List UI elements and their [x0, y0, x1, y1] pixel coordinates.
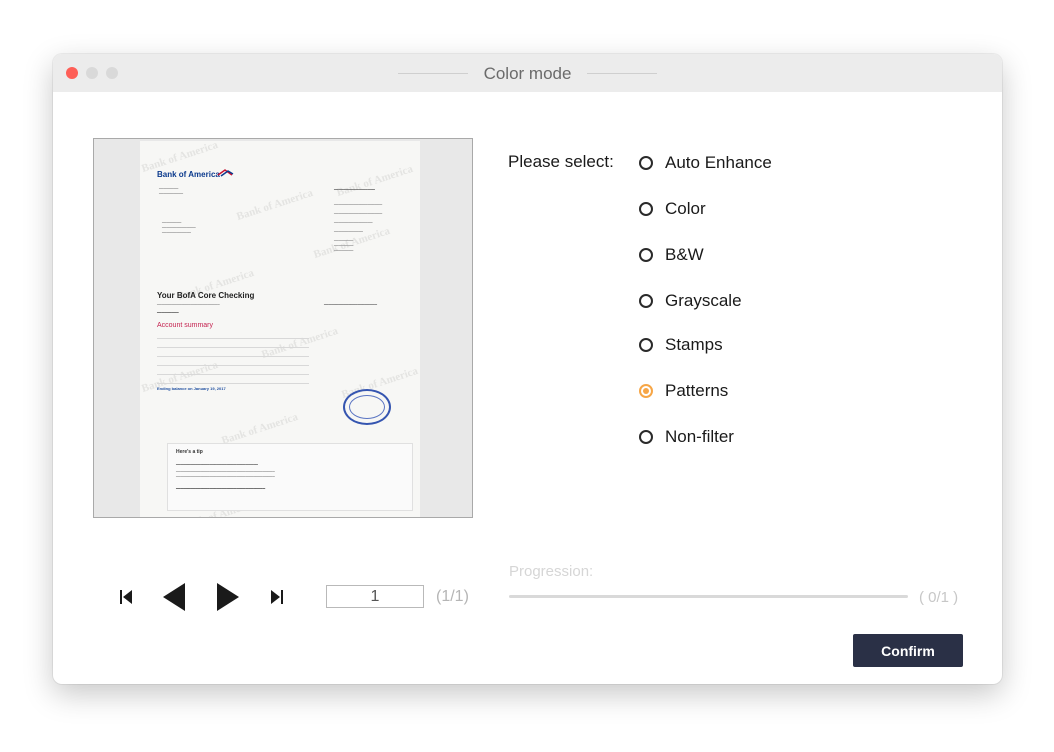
period-line: ━━━━━━━━━━━━━━━━━━━━━━━━━━ — [157, 302, 220, 307]
summary-divider — [157, 374, 309, 375]
radio-icon[interactable] — [639, 156, 653, 170]
radio-icon[interactable] — [639, 294, 653, 308]
title-bar: Color mode — [53, 54, 1002, 92]
option-stamps[interactable]: Stamps — [639, 334, 723, 356]
statement-page: Bank of America Bank of America Bank of … — [140, 141, 420, 517]
watermark-text: Bank of America — [335, 163, 415, 199]
option-grayscale[interactable]: Grayscale — [639, 290, 742, 312]
summary-divider — [157, 347, 309, 348]
document-title: Your BofA Core Checking — [157, 291, 255, 300]
option-label: B&W — [665, 245, 704, 264]
option-label: Patterns — [665, 381, 729, 400]
account-number-line: ━━━━━━━━━━━━━━━━━━━━━━ — [324, 302, 377, 307]
option-non-filter[interactable]: Non-filter — [639, 426, 734, 448]
last-page-button[interactable] — [270, 589, 284, 605]
info-line: ━━━━━━━━━━━━━━━━━━━━ — [334, 202, 383, 207]
next-page-button[interactable] — [215, 582, 241, 612]
stamp-seal — [343, 389, 391, 425]
progress-bar — [509, 595, 908, 598]
previous-page-button[interactable] — [161, 582, 187, 612]
option-label: Color — [665, 199, 706, 218]
document-preview: Bank of America Bank of America Bank of … — [93, 138, 473, 518]
option-auto-enhance[interactable]: Auto Enhance — [639, 152, 772, 174]
address-line: ━━━━━━━━━━ — [159, 191, 184, 196]
tip-line: ━━━━━━━━━━━━━━━━━━━━━━━━━━━━━━━━━━━━━━━━… — [176, 474, 275, 479]
info-line: ━━━━━━━━━━━━ — [334, 229, 363, 234]
tip-heading: Here's a tip — [176, 449, 203, 455]
page-count: (1/1) — [436, 588, 469, 605]
option-color[interactable]: Color — [639, 198, 706, 220]
select-label: Please select: — [508, 152, 614, 171]
info-line: ━━━━━━━━━━━━━━━━━━━━ — [334, 211, 383, 216]
bank-flag-icon — [217, 169, 234, 177]
summary-divider — [157, 338, 309, 339]
option-patterns[interactable]: Patterns — [639, 380, 728, 402]
info-line: ━━━━━━━━━━━━━━━━ — [334, 220, 373, 225]
option-label: Non-filter — [665, 427, 734, 446]
summary-divider — [157, 356, 309, 357]
bank-logo: Bank of America — [157, 170, 220, 179]
summary-divider — [157, 365, 309, 366]
radio-icon[interactable] — [639, 202, 653, 216]
address-line: ━━━━━━━━━━━━ — [162, 230, 191, 235]
color-mode-window: Color mode Bank of America Bank of Ameri… — [53, 54, 1002, 684]
page-number-input[interactable] — [326, 585, 424, 608]
holder-line: ━━━━━━━━━ — [157, 310, 179, 315]
tip-box: Here's a tip ━━━━━━━━━━━━━━━━━━━━━━━━━━━… — [167, 443, 413, 511]
tip-line: ━━━━━━━━━━━━━━━━━━━━━━━━━━━━━━━━━━━━━ — [176, 486, 266, 491]
option-label: Stamps — [665, 335, 723, 354]
window-title: Color mode — [483, 64, 572, 83]
tip-line: ━━━━━━━━━━━━━━━━━━━━━━━━━━━━━━━━━━ — [176, 462, 258, 467]
progress-count: ( 0/1 ) — [919, 589, 959, 606]
summary-divider — [157, 383, 309, 384]
option-label: Grayscale — [665, 291, 742, 310]
option-label: Auto Enhance — [665, 153, 772, 172]
account-summary-heading: Account summary — [157, 322, 214, 329]
first-page-button[interactable] — [119, 589, 133, 605]
option-bw[interactable]: B&W — [639, 244, 704, 266]
ending-balance-line: Ending balance on January 19, 2017 — [157, 386, 226, 391]
radio-icon[interactable] — [639, 248, 653, 262]
confirm-button[interactable]: Confirm — [853, 634, 963, 667]
progression-label: Progression: — [509, 563, 594, 580]
info-line: ━━━━━━━━ — [334, 248, 354, 253]
radio-icon[interactable] — [639, 338, 653, 352]
info-line: ━━━━━━━━━━━━━━━━━ — [334, 187, 375, 192]
radio-icon[interactable] — [639, 430, 653, 444]
radio-selected-icon[interactable] — [639, 384, 653, 398]
watermark-text: Bank of America — [235, 187, 315, 223]
watermark-text: Bank of America — [220, 411, 300, 447]
